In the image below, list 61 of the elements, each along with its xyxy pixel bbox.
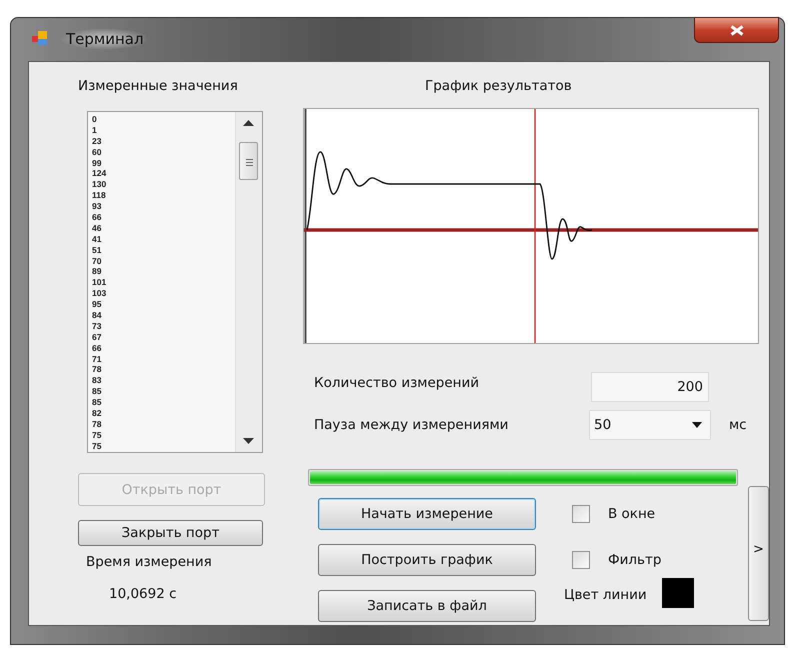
action-button[interactable]: Начать измерение bbox=[318, 498, 536, 530]
list-item[interactable]: 23 bbox=[92, 136, 102, 147]
list-item[interactable]: 0 bbox=[92, 114, 97, 125]
list-item[interactable]: 67 bbox=[92, 332, 102, 343]
scroll-down-icon[interactable] bbox=[243, 438, 254, 444]
line-color-label: Цвет линии bbox=[564, 587, 647, 603]
checkbox[interactable] bbox=[572, 505, 590, 523]
app-icon bbox=[32, 31, 48, 45]
pause-label: Пауза между измерениями bbox=[314, 417, 510, 433]
list-item[interactable]: 85 bbox=[92, 386, 102, 398]
list-item[interactable]: 46 bbox=[92, 222, 102, 234]
scrollbar[interactable] bbox=[235, 112, 262, 452]
list-item[interactable]: 83 bbox=[92, 375, 102, 386]
list-item[interactable]: 84 bbox=[92, 310, 102, 321]
pause-dropdown[interactable]: 50 bbox=[589, 410, 711, 440]
list-item[interactable]: 130 bbox=[92, 179, 106, 190]
window-title: Терминал bbox=[60, 28, 150, 50]
list-item[interactable]: 70 bbox=[92, 256, 102, 266]
list-item[interactable]: 124 bbox=[92, 168, 106, 180]
close-button[interactable] bbox=[694, 17, 779, 43]
time-label: Время измерения bbox=[86, 554, 212, 570]
unit-label: мс bbox=[729, 417, 747, 433]
action-button[interactable]: Записать в файл bbox=[318, 590, 536, 622]
time-value: 10,0692 с bbox=[109, 586, 177, 602]
scroll-thumb[interactable] bbox=[239, 142, 258, 180]
list-item[interactable]: 89 bbox=[92, 266, 102, 278]
list-item[interactable]: 118 bbox=[92, 190, 106, 202]
list-item[interactable]: 60 bbox=[92, 146, 102, 158]
chart-title: График результатов bbox=[425, 78, 573, 94]
port-button[interactable]: Закрыть порт bbox=[78, 520, 263, 546]
expand-button[interactable]: > bbox=[748, 486, 769, 621]
grip-icon bbox=[246, 159, 253, 166]
checkbox-label: В окне bbox=[608, 506, 656, 522]
list-item[interactable]: 95 bbox=[92, 299, 102, 310]
close-icon bbox=[730, 24, 744, 36]
list-item[interactable]: 101 bbox=[92, 277, 106, 288]
count-label: Количество измерений bbox=[314, 375, 480, 391]
action-button[interactable]: Построить график bbox=[318, 544, 536, 576]
list-item[interactable]: 103 bbox=[92, 288, 106, 300]
scroll-up-icon[interactable] bbox=[243, 120, 254, 126]
checkbox-label: Фильтр bbox=[608, 552, 662, 568]
list-item[interactable]: 82 bbox=[92, 408, 102, 419]
list-item[interactable]: 75 bbox=[92, 430, 102, 441]
count-field[interactable]: 200 bbox=[591, 372, 709, 402]
list-heading: Измеренные значения bbox=[78, 78, 238, 94]
checkbox[interactable] bbox=[572, 551, 590, 569]
list-item[interactable]: 78 bbox=[92, 364, 102, 376]
dropdown-arrow-icon bbox=[692, 422, 702, 428]
list-item[interactable]: 66 bbox=[92, 212, 102, 223]
list-item[interactable]: 73 bbox=[92, 320, 102, 332]
list-item[interactable]: 1 bbox=[92, 124, 97, 136]
list-item[interactable]: 71 bbox=[92, 354, 102, 364]
color-swatch[interactable] bbox=[662, 578, 694, 608]
list-item[interactable]: 78 bbox=[92, 418, 102, 430]
list-item[interactable]: 75 bbox=[92, 440, 102, 452]
list-item[interactable]: 66 bbox=[92, 342, 102, 354]
list-item[interactable]: 85 bbox=[92, 397, 102, 408]
list-item[interactable]: 99 bbox=[92, 158, 102, 168]
list-item[interactable]: 51 bbox=[92, 244, 102, 256]
list-item[interactable]: 93 bbox=[92, 201, 102, 212]
list-item[interactable]: 41 bbox=[92, 234, 102, 245]
